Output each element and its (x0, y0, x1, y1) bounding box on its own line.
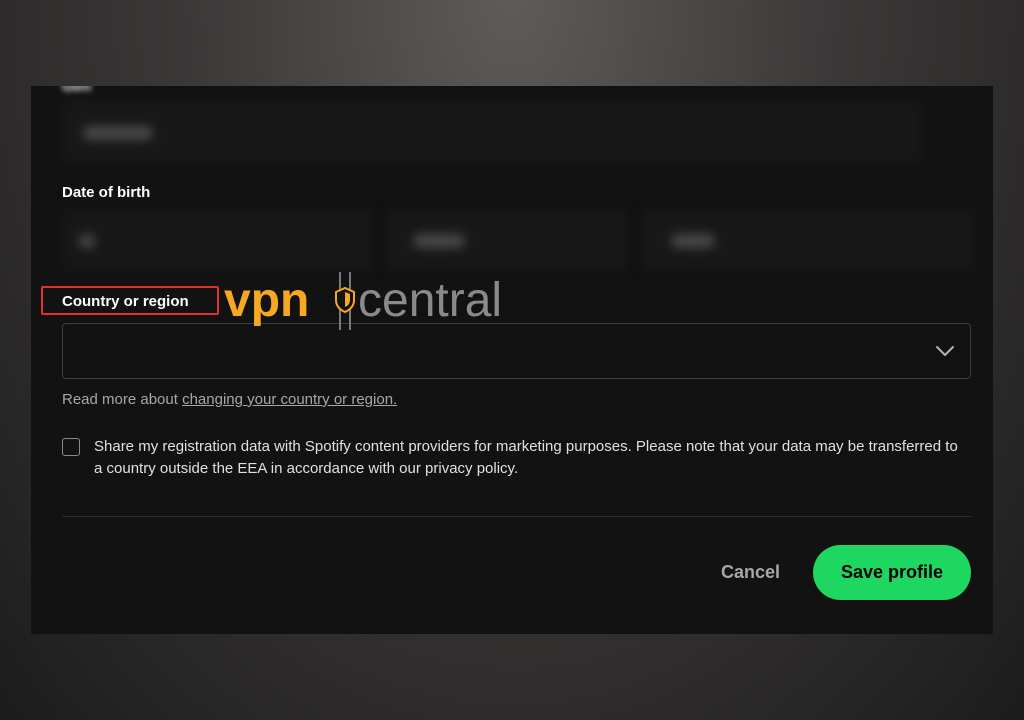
chevron-down-icon (936, 346, 954, 356)
gender-value-blurred (83, 126, 153, 140)
divider (62, 516, 971, 517)
shield-icon (335, 272, 355, 330)
marketing-consent-text: Share my registration data with Spotify … (94, 438, 958, 477)
dob-day-value-blurred (79, 234, 95, 248)
marketing-consent-checkbox[interactable] (62, 438, 80, 456)
help-text: Read more about changing your country or… (62, 391, 397, 408)
watermark-vpn-text: vpn (224, 274, 309, 327)
gender-field-blurred[interactable] (62, 100, 922, 164)
vpncentral-watermark: vpn central (224, 272, 502, 330)
dob-label: Date of birth (62, 184, 151, 201)
dob-month-value-blurred (413, 234, 465, 248)
help-prefix: Read more about (62, 391, 183, 408)
country-label: Country or region (62, 293, 189, 310)
watermark-central-text: central (358, 274, 502, 327)
dob-day-field-blurred[interactable] (62, 210, 372, 270)
gender-label: Gen (62, 86, 92, 95)
save-profile-button[interactable]: Save profile (813, 545, 971, 600)
cancel-button[interactable]: Cancel (713, 558, 788, 587)
change-country-link[interactable]: changing your country or region. (182, 391, 397, 408)
dob-year-value-blurred (671, 234, 715, 248)
edit-profile-panel: Gen Date of birth Country or region Read… (31, 86, 993, 634)
